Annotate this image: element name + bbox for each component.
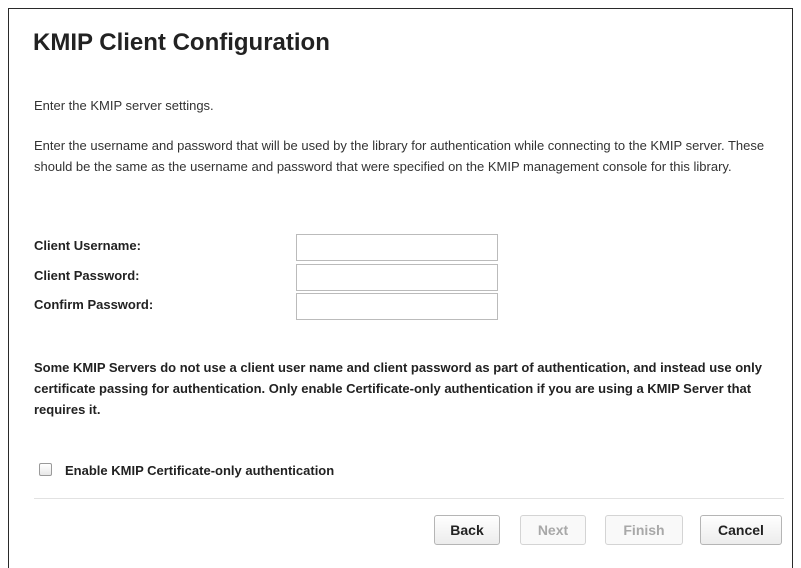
certificate-only-note: Some KMIP Servers do not use a client us… <box>34 360 762 417</box>
client-username-input[interactable] <box>296 234 498 261</box>
client-password-row: Client Password: <box>34 264 504 291</box>
certificate-only-checkbox[interactable] <box>39 463 52 476</box>
dialog-title: KMIP Client Configuration <box>33 29 330 56</box>
confirm-password-label: Confirm Password: <box>34 297 154 312</box>
client-username-row: Client Username: <box>34 234 504 261</box>
description-text: Enter the username and password that wil… <box>34 138 765 174</box>
client-password-label: Client Password: <box>34 268 140 283</box>
client-username-label: Client Username: <box>34 238 141 253</box>
cancel-button[interactable]: Cancel <box>700 515 782 545</box>
kmip-client-config-dialog: KMIP Client Configuration Enter the KMIP… <box>8 8 793 568</box>
client-password-input[interactable] <box>296 264 498 291</box>
confirm-password-row: Confirm Password: <box>34 293 504 320</box>
footer-divider <box>34 498 784 499</box>
finish-button[interactable]: Finish <box>605 515 683 545</box>
certificate-only-label[interactable]: Enable KMIP Certificate-only authenticat… <box>65 463 334 478</box>
next-button[interactable]: Next <box>520 515 586 545</box>
intro-text: Enter the KMIP server settings. <box>34 98 214 113</box>
back-button[interactable]: Back <box>434 515 500 545</box>
confirm-password-input[interactable] <box>296 293 498 320</box>
